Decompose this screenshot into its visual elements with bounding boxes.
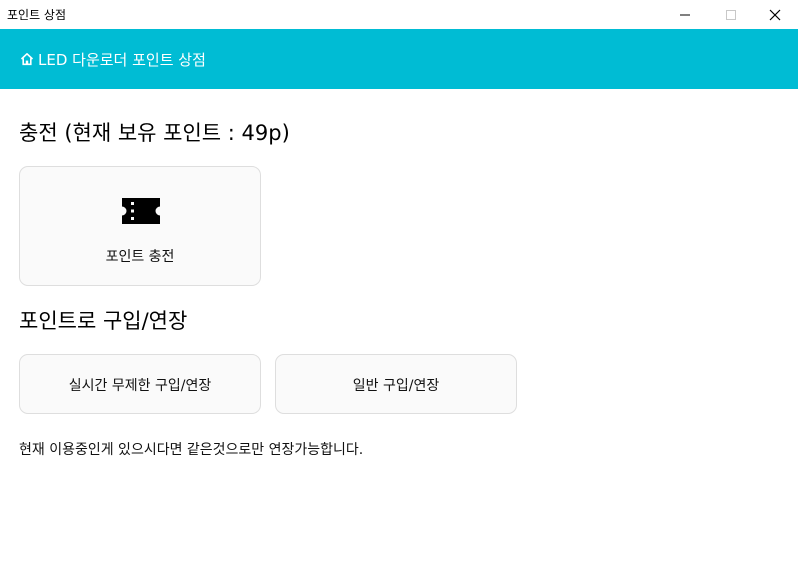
home-icon bbox=[20, 53, 34, 66]
unlimited-purchase-label: 실시간 무제한 구입/연장 bbox=[68, 378, 212, 394]
extension-note: 현재 이용중인게 있으시다면 같은것으로만 연장가능합니다. bbox=[19, 442, 364, 458]
ticket-icon bbox=[122, 198, 160, 224]
close-button[interactable] bbox=[752, 0, 798, 29]
home-button[interactable] bbox=[20, 52, 34, 66]
window-title: 포인트 상점 bbox=[7, 8, 67, 22]
point-charge-label: 포인트 충전 bbox=[105, 249, 175, 265]
minimize-button[interactable] bbox=[662, 0, 708, 29]
normal-purchase-button[interactable]: 일반 구입/연장 bbox=[275, 354, 517, 414]
charge-heading: 충전 (현재 보유 포인트 : 49p) bbox=[19, 121, 290, 145]
app-header: LED 다운로더 포인트 상점 bbox=[0, 29, 798, 89]
header-title: LED 다운로더 포인트 상점 bbox=[38, 50, 206, 69]
close-icon bbox=[769, 9, 781, 20]
window-titlebar: 포인트 상점 bbox=[0, 0, 798, 29]
minimize-icon bbox=[680, 14, 690, 15]
unlimited-purchase-button[interactable]: 실시간 무제한 구입/연장 bbox=[19, 354, 261, 414]
maximize-button[interactable] bbox=[708, 0, 754, 29]
purchase-heading: 포인트로 구입/연장 bbox=[19, 309, 188, 333]
maximize-icon bbox=[726, 9, 736, 20]
normal-purchase-label: 일반 구입/연장 bbox=[352, 378, 440, 394]
point-charge-button[interactable]: 포인트 충전 bbox=[19, 166, 261, 286]
